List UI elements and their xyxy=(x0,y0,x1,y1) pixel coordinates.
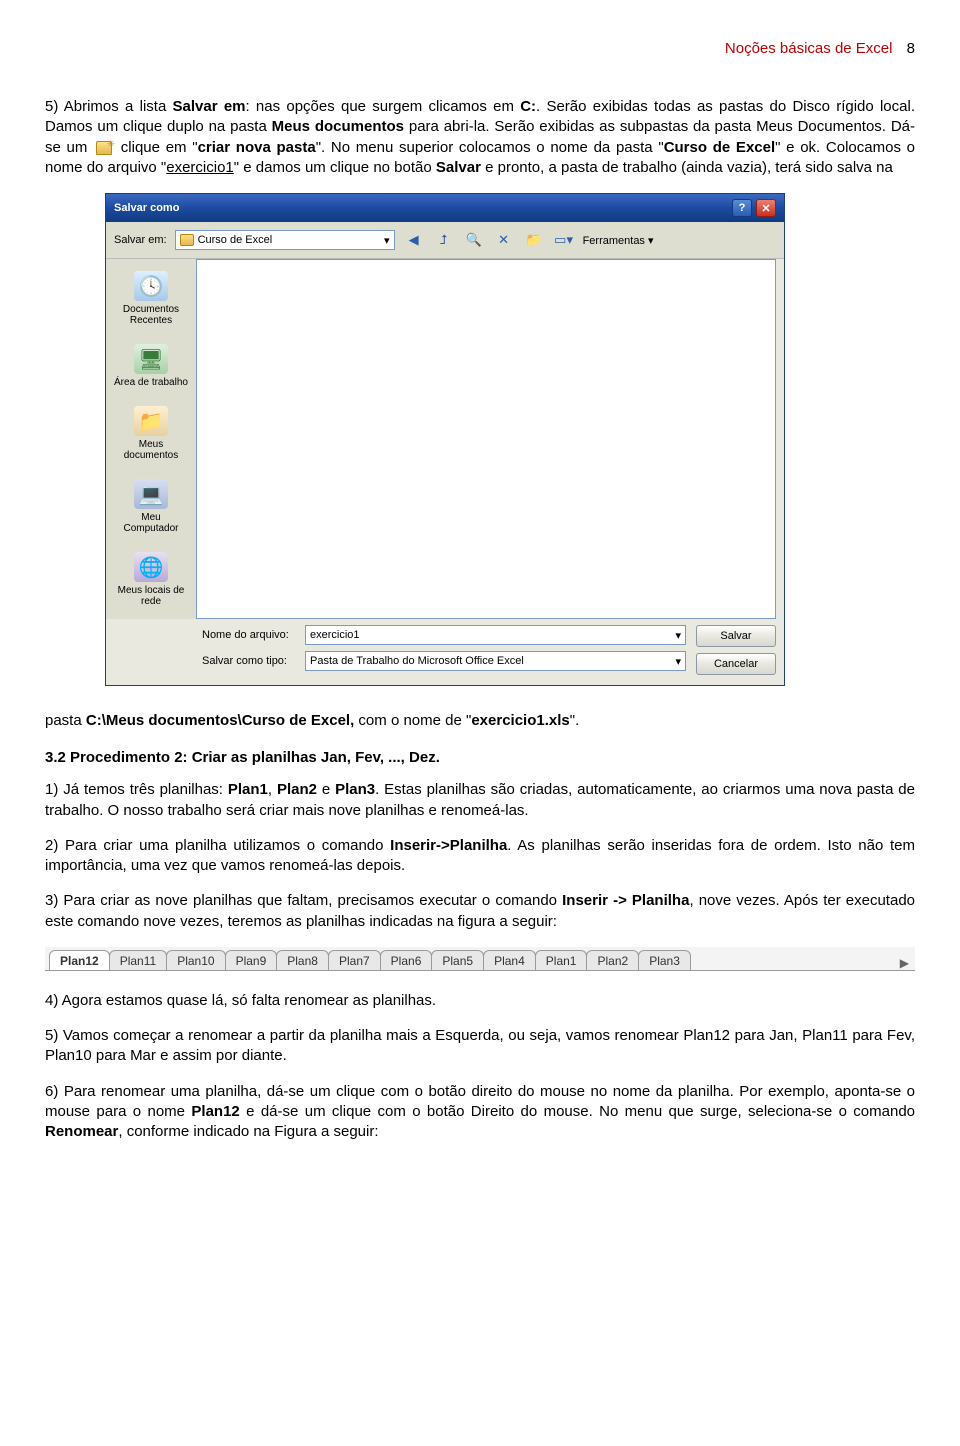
filetype-label: Salvar como tipo: xyxy=(202,655,297,667)
chevron-down-icon: ▾ xyxy=(675,655,681,668)
clock-icon: 🕓 xyxy=(134,271,168,301)
delete-icon[interactable]: ✕ xyxy=(493,229,515,251)
paragraph-step6: 6) Para renomear uma planilha, dá-se um … xyxy=(45,1082,915,1143)
save-in-folder: Curso de Excel xyxy=(198,234,273,246)
chevron-down-icon: ▾ xyxy=(384,234,390,247)
page-header: Noções básicas de Excel 8 xyxy=(45,40,915,57)
search-web-icon[interactable]: 🔍 xyxy=(463,229,485,251)
paragraph-step5b: 5) Vamos começar a renomear a partir da … xyxy=(45,1026,915,1067)
sheet-tabstrip: Plan12 Plan11 Plan10 Plan9 Plan8 Plan7 P… xyxy=(45,947,915,971)
section-heading: 3.2 Procedimento 2: Criar as planilhas J… xyxy=(45,749,915,766)
paragraph-step4: 4) Agora estamos quase lá, só falta reno… xyxy=(45,991,915,1011)
sheet-tab[interactable]: Plan11 xyxy=(109,950,167,970)
sheet-tab[interactable]: Plan12 xyxy=(49,950,110,970)
save-in-combo[interactable]: Curso de Excel ▾ xyxy=(175,230,395,250)
sheet-tab[interactable]: Plan2 xyxy=(586,950,639,970)
place-documents[interactable]: 📁Meus documentos xyxy=(110,400,192,467)
save-as-dialog: Salvar como ? ✕ Salvar em: Curso de Exce… xyxy=(105,193,785,686)
new-folder-icon xyxy=(96,141,112,155)
sheet-tab[interactable]: Plan8 xyxy=(276,950,329,970)
place-desktop[interactable]: 🖥Área de trabalho xyxy=(110,338,192,394)
paragraph-step1: 1) Já temos três planilhas: Plan1, Plan2… xyxy=(45,780,915,821)
sheet-tab[interactable]: Plan5 xyxy=(431,950,484,970)
tools-menu[interactable]: Ferramentas ▾ xyxy=(583,234,654,247)
back-icon[interactable]: ◀ xyxy=(403,229,425,251)
help-icon[interactable]: ? xyxy=(732,199,752,217)
chevron-down-icon: ▾ xyxy=(675,629,681,642)
desktop-icon: 🖥 xyxy=(134,344,168,374)
sheet-tab[interactable]: Plan6 xyxy=(380,950,433,970)
sheet-tab[interactable]: Plan1 xyxy=(535,950,588,970)
filetype-combo[interactable]: Pasta de Trabalho do Microsoft Office Ex… xyxy=(305,651,686,671)
documents-icon: 📁 xyxy=(134,406,168,436)
folder-icon xyxy=(180,234,194,246)
computer-icon: 💻 xyxy=(134,479,168,509)
page-number: 8 xyxy=(907,40,915,57)
save-button[interactable]: Salvar xyxy=(696,625,776,647)
sheet-tab[interactable]: Plan3 xyxy=(638,950,691,970)
cancel-button[interactable]: Cancelar xyxy=(696,653,776,675)
header-title: Noções básicas de Excel xyxy=(725,40,893,57)
place-recent[interactable]: 🕓Documentos Recentes xyxy=(110,265,192,332)
paragraph-step3: 3) Para criar as nove planilhas que falt… xyxy=(45,891,915,932)
dialog-toolbar: Salvar em: Curso de Excel ▾ ◀ ⮥ 🔍 ✕ 📁 ▭▾… xyxy=(106,222,784,259)
sheet-tab[interactable]: Plan4 xyxy=(483,950,536,970)
places-bar: 🕓Documentos Recentes 🖥Área de trabalho 📁… xyxy=(106,259,196,619)
filename-label: Nome do arquivo: xyxy=(202,629,297,641)
paragraph-step2: 2) Para criar uma planilha utilizamos o … xyxy=(45,836,915,877)
views-icon[interactable]: ▭▾ xyxy=(553,229,575,251)
place-network[interactable]: 🌐Meus locais de rede xyxy=(110,546,192,613)
up-one-level-icon[interactable]: ⮥ xyxy=(433,229,455,251)
sheet-tab[interactable]: Plan7 xyxy=(328,950,381,970)
network-icon: 🌐 xyxy=(134,552,168,582)
dialog-titlebar: Salvar como ? ✕ xyxy=(106,194,784,222)
create-folder-icon[interactable]: 📁 xyxy=(523,229,545,251)
sheet-tab[interactable]: Plan10 xyxy=(166,950,225,970)
tab-scroll-right-icon[interactable]: ▶ xyxy=(894,956,915,970)
file-list-area[interactable] xyxy=(196,259,776,619)
save-in-label: Salvar em: xyxy=(114,234,167,246)
paragraph-step5: 5) Abrimos a lista Salvar em: nas opções… xyxy=(45,97,915,178)
place-computer[interactable]: 💻Meu Computador xyxy=(110,473,192,540)
paragraph-saved-path: pasta C:\Meus documentos\Curso de Excel,… xyxy=(45,711,915,731)
close-icon[interactable]: ✕ xyxy=(756,199,776,217)
filename-input[interactable]: exercicio1 ▾ xyxy=(305,625,686,645)
dialog-title: Salvar como xyxy=(114,202,179,214)
sheet-tab[interactable]: Plan9 xyxy=(225,950,278,970)
